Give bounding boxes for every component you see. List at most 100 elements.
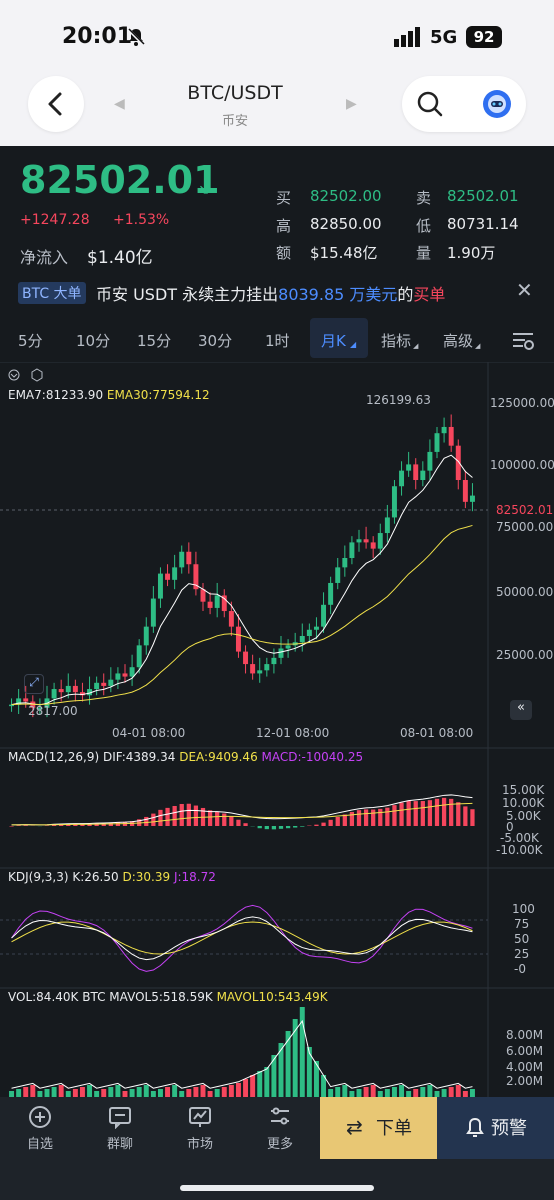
low-marker: 2817.00 xyxy=(28,704,78,718)
volume-bar xyxy=(228,1085,234,1097)
nav-chat-label: 群聊 xyxy=(106,1137,133,1152)
macd-bar xyxy=(193,805,199,826)
macd-bar xyxy=(215,811,220,826)
network-label: 5G xyxy=(430,27,458,48)
vol-y-tick-3: 2.00M xyxy=(506,1074,544,1088)
candle-body xyxy=(462,480,468,502)
chart-settings-icon[interactable] xyxy=(511,330,535,352)
macd-bar xyxy=(271,826,277,830)
bottom-nav: 自选 群聊 市场 更多 ⇄ 下单 预警 xyxy=(0,1097,554,1200)
kdj-d-line xyxy=(11,921,473,955)
tab-indicators[interactable]: 指标 xyxy=(381,330,411,351)
macd-bar xyxy=(463,806,468,826)
candle-body xyxy=(186,551,192,565)
vol-ma10: MAVOL10:543.49K xyxy=(216,990,328,1004)
candle-body xyxy=(122,673,128,677)
volume-bar xyxy=(136,1087,142,1097)
low-value: 80731.14 xyxy=(447,215,519,233)
kdj-legend: KDJ(9,3,3) K:26.50 D:30.39 J:18.72 xyxy=(8,870,216,884)
volume-bar xyxy=(399,1085,405,1097)
net-inflow-label: 净流入 xyxy=(20,248,69,267)
tab-advanced[interactable]: 高级 xyxy=(443,330,473,351)
ai-assistant-icon[interactable] xyxy=(482,89,512,119)
candle-body xyxy=(150,598,156,627)
macd-bar xyxy=(207,810,213,826)
search-icon[interactable] xyxy=(416,90,444,118)
volume-bar xyxy=(44,1089,50,1097)
macd-bar xyxy=(222,813,227,826)
sell-value: 82502.01 xyxy=(447,187,519,205)
tab-10m[interactable]: 10分 xyxy=(76,330,110,351)
candle-body xyxy=(257,670,263,674)
macd-bar xyxy=(300,826,305,827)
next-pair-arrow-icon[interactable]: ▶ xyxy=(346,96,357,112)
ema30-line xyxy=(11,524,473,706)
nav-more[interactable]: 更多 xyxy=(240,1097,320,1157)
macd-bar xyxy=(264,826,269,830)
volume-bar xyxy=(108,1087,114,1097)
big-order-banner[interactable]: BTC 大单 币安 USDT 永续主力挂出8039.85 万美元的买单 ✕ xyxy=(0,274,554,310)
nav-watchlist[interactable]: 自选 xyxy=(0,1097,80,1157)
tab-5m[interactable]: 5分 xyxy=(18,330,43,351)
tab-1h[interactable]: 1时 xyxy=(265,330,290,351)
trend-arrow-icon: ↘ xyxy=(198,182,210,198)
prev-pair-arrow-icon[interactable]: ◀ xyxy=(114,96,125,112)
price-change: +1247.28 xyxy=(20,212,90,228)
high-marker: 126199.63 xyxy=(366,393,431,407)
candle-body xyxy=(328,582,334,605)
banner-tag: BTC 大单 xyxy=(18,282,86,304)
volume-bar xyxy=(455,1085,461,1097)
volume-bar xyxy=(306,1047,312,1097)
candle-body xyxy=(434,433,440,452)
macd-bar xyxy=(321,822,326,826)
volume-bar xyxy=(278,1043,284,1097)
tab-15m[interactable]: 15分 xyxy=(137,330,171,351)
banner-text: 币安 USDT 永续主力挂出8039.85 万美元的买单 xyxy=(96,281,445,305)
candle-body xyxy=(207,601,213,608)
volume-bar xyxy=(413,1089,419,1097)
volume-bar xyxy=(200,1085,206,1097)
nav-market[interactable]: 市场 xyxy=(160,1097,240,1157)
alert-button[interactable]: 预警 xyxy=(437,1097,554,1159)
candle-body xyxy=(448,426,454,446)
vol-ma5: MAVOL5:518.59K xyxy=(109,990,213,1004)
scroll-to-latest-button[interactable]: « xyxy=(510,700,532,720)
candle-body xyxy=(136,645,142,668)
macd-bar xyxy=(399,802,404,826)
banner-text-pre: 币安 USDT 永续主力挂出 xyxy=(96,285,279,304)
tab-dropdown-icon: ◢ xyxy=(413,342,419,350)
candle-body xyxy=(406,464,412,471)
macd-bar xyxy=(385,807,390,826)
candle-body xyxy=(455,445,461,480)
macd-bar xyxy=(406,800,411,826)
tab-30m[interactable]: 30分 xyxy=(198,330,232,351)
back-button[interactable] xyxy=(28,76,84,132)
net-inflow-value: $1.40亿 xyxy=(87,248,153,268)
amount-value: $15.48亿 xyxy=(310,244,378,262)
macd-bar xyxy=(441,797,447,826)
macd-bar xyxy=(449,798,454,826)
chart-area[interactable]: EMA7:81233.90 EMA30:77594.12 125000.00 1… xyxy=(0,361,554,1097)
close-icon[interactable]: ✕ xyxy=(516,278,533,302)
nav-more-label: 更多 xyxy=(266,1137,293,1152)
candle-body xyxy=(94,682,100,690)
tab-monthly[interactable]: 月K xyxy=(321,330,346,351)
nav-chat[interactable]: 群聊 xyxy=(80,1097,160,1157)
candle-body xyxy=(58,689,64,693)
low-label: 低 xyxy=(416,217,432,235)
volume-bar xyxy=(58,1085,64,1097)
candle-body xyxy=(172,567,178,580)
vol-y-tick-0: 8.00M xyxy=(506,1028,544,1042)
macd-bar xyxy=(328,819,333,826)
y-tick-25000: 25000.00 xyxy=(496,648,554,662)
macd-bar xyxy=(434,798,440,826)
macd-bar xyxy=(470,809,475,826)
pair-title[interactable]: BTC/USDT xyxy=(150,82,320,104)
ema7-label: EMA7:81233.90 xyxy=(8,388,104,402)
candle-body xyxy=(23,698,29,702)
order-button[interactable]: ⇄ 下单 xyxy=(320,1097,437,1159)
expand-icon[interactable]: ⤢ xyxy=(24,674,44,694)
chart-toggle-icons[interactable] xyxy=(8,368,44,382)
chat-icon xyxy=(109,1107,131,1129)
volume-bar xyxy=(264,1067,270,1097)
